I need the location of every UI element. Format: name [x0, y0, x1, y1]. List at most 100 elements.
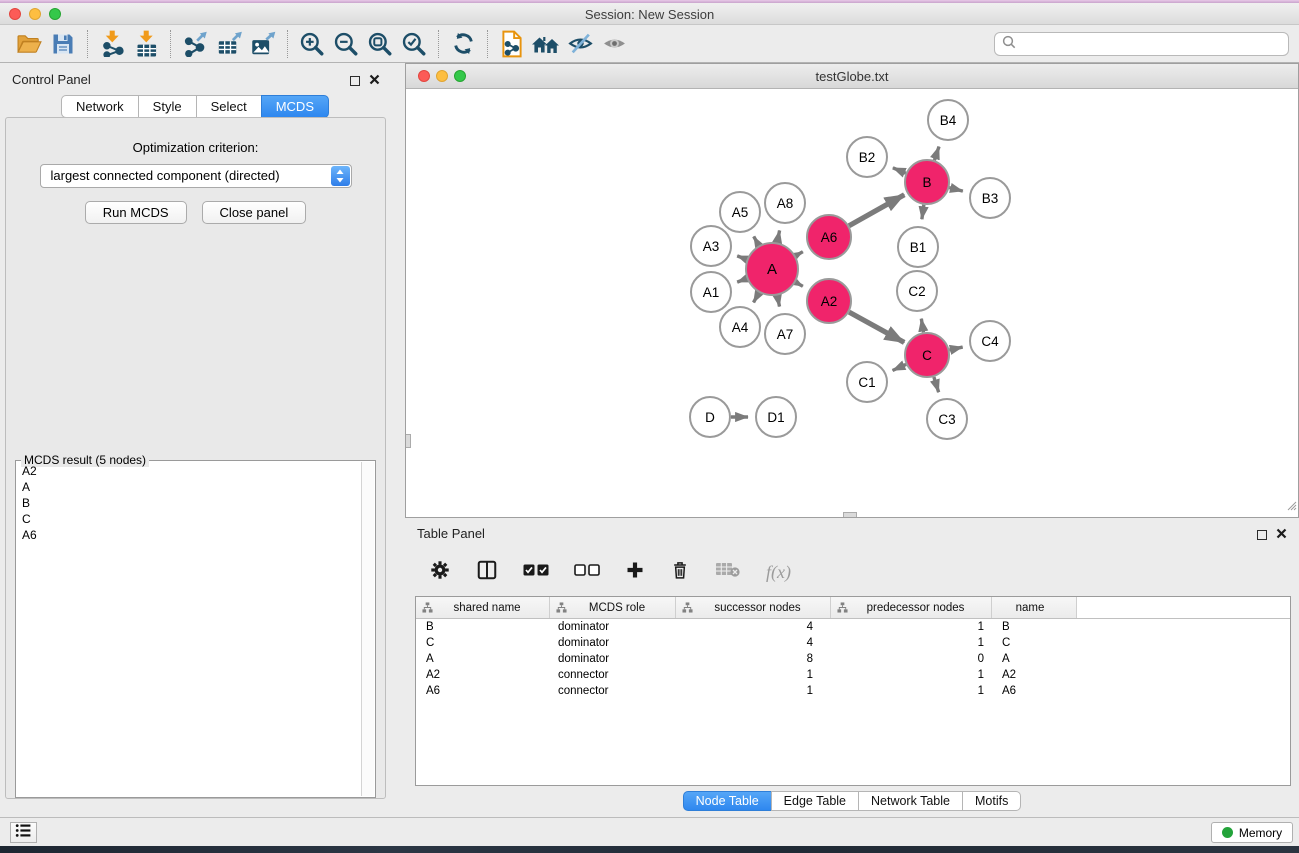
run-mcds-button[interactable]: Run MCDS — [85, 201, 187, 224]
export-image-button[interactable] — [246, 29, 280, 59]
column-header-mcds-role[interactable]: MCDS role — [550, 597, 676, 618]
tab-style[interactable]: Style — [138, 95, 197, 118]
graph-node-A4[interactable]: A4 — [720, 307, 760, 347]
graph-node-A2[interactable]: A2 — [807, 279, 851, 323]
graph-edge-B-B2[interactable] — [893, 168, 906, 173]
memory-button[interactable]: Memory — [1211, 822, 1293, 843]
hide-graphics-details-button[interactable] — [563, 29, 597, 59]
graph-node-C1[interactable]: C1 — [847, 362, 887, 402]
zoom-out-button[interactable] — [329, 29, 363, 59]
tab-motifs[interactable]: Motifs — [962, 791, 1021, 811]
graph-edge-A-A1[interactable] — [737, 279, 747, 283]
graph-node-C[interactable]: C — [905, 333, 949, 377]
graph-node-A3[interactable]: A3 — [691, 226, 731, 266]
select-all-columns-button[interactable] — [523, 563, 549, 581]
clone-network-button[interactable] — [495, 29, 529, 59]
export-table-button[interactable] — [212, 29, 246, 59]
function-builder-button[interactable]: f(x) — [766, 562, 791, 583]
graph-edge-C-C3[interactable] — [934, 377, 939, 392]
tab-mcds[interactable]: MCDS — [261, 95, 329, 118]
result-item[interactable]: A6 — [18, 527, 360, 543]
graph-node-A5[interactable]: A5 — [720, 192, 760, 232]
tab-select[interactable]: Select — [196, 95, 262, 118]
tab-edge-table[interactable]: Edge Table — [771, 791, 859, 811]
graph-node-A7[interactable]: A7 — [765, 314, 805, 354]
zoom-fit-button[interactable] — [363, 29, 397, 59]
graph-edge-A-A8[interactable] — [777, 230, 779, 242]
graph-node-C4[interactable]: C4 — [970, 321, 1010, 361]
graph-edge-A-A2[interactable] — [796, 282, 803, 286]
tab-network[interactable]: Network — [61, 95, 139, 118]
column-header-predecessor-nodes[interactable]: predecessor nodes — [831, 597, 992, 618]
table-row[interactable]: Cdominator41C — [416, 635, 1290, 651]
table-row[interactable]: A6connector11A6 — [416, 683, 1290, 699]
table-row[interactable]: A2connector11A2 — [416, 667, 1290, 683]
close-panel-icon[interactable] — [1276, 526, 1287, 544]
search-field[interactable] — [994, 32, 1289, 56]
column-header-name[interactable]: name — [992, 597, 1077, 618]
open-session-button[interactable] — [12, 29, 46, 59]
network-graph[interactable]: AA6 A2 B C A5A8 A3 A1A4A7 B2 B4B3 B1C2 C4 C1 C3 D D1 — [406, 89, 1298, 517]
graph-edge-B-B1[interactable] — [922, 205, 924, 219]
result-scrollbar[interactable] — [361, 462, 374, 796]
graph-edge-C-C2[interactable] — [921, 319, 923, 333]
graph-edge-A-A4[interactable] — [754, 293, 759, 303]
deselect-all-columns-button[interactable] — [574, 563, 600, 581]
close-panel-button[interactable]: Close panel — [202, 201, 307, 224]
graph-node-A8[interactable]: A8 — [765, 183, 805, 223]
graph-node-B[interactable]: B — [905, 160, 949, 204]
graph-node-B3[interactable]: B3 — [970, 178, 1010, 218]
graph-node-C2[interactable]: C2 — [897, 271, 937, 311]
close-panel-icon[interactable] — [369, 72, 380, 90]
float-panel-icon[interactable] — [1257, 530, 1267, 540]
tab-network-table[interactable]: Network Table — [858, 791, 963, 811]
search-input[interactable] — [1021, 37, 1288, 51]
resize-grip-icon[interactable] — [1284, 498, 1297, 516]
graph-node-D[interactable]: D — [690, 397, 730, 437]
graph-node-B1[interactable]: B1 — [898, 227, 938, 267]
graph-node-A6[interactable]: A6 — [807, 215, 851, 259]
network-canvas[interactable]: AA6 A2 B C A5A8 A3 A1A4A7 B2 B4B3 B1C2 C4 C1 C3 D D1 — [406, 89, 1298, 517]
create-column-button[interactable] — [625, 560, 645, 585]
save-session-button[interactable] — [46, 29, 80, 59]
float-panel-icon[interactable] — [350, 76, 360, 86]
canvas-bottom-handle[interactable] — [843, 512, 857, 517]
result-item[interactable]: A — [18, 479, 360, 495]
graph-edge-A2-C[interactable] — [849, 312, 904, 342]
optimization-criterion-select[interactable]: largest connected component (directed) — [40, 164, 352, 188]
tab-node-table[interactable]: Node Table — [683, 791, 772, 811]
export-network-button[interactable] — [178, 29, 212, 59]
graph-edge-C-C4[interactable] — [949, 347, 962, 350]
graph-edge-B-B4[interactable] — [934, 147, 939, 161]
graph-node-C3[interactable]: C3 — [927, 399, 967, 439]
delete-column-button[interactable] — [670, 559, 690, 586]
home-networks-button[interactable] — [529, 29, 563, 59]
graph-edge-A-A7[interactable] — [777, 295, 779, 306]
refresh-layout-button[interactable] — [446, 29, 480, 59]
graph-edge-C-C1[interactable] — [893, 364, 906, 370]
delete-table-button[interactable] — [715, 561, 741, 584]
show-graphics-details-button[interactable] — [597, 29, 631, 59]
graph-edge-A-A3[interactable] — [737, 256, 747, 260]
column-header-successor-nodes[interactable]: successor nodes — [676, 597, 831, 618]
graph-edge-A-A5[interactable] — [754, 236, 759, 245]
table-row[interactable]: Bdominator41B — [416, 619, 1290, 635]
result-item[interactable]: B — [18, 495, 360, 511]
graph-node-B4[interactable]: B4 — [928, 100, 968, 140]
table-row[interactable]: Adominator80A — [416, 651, 1290, 667]
task-history-button[interactable] — [10, 822, 37, 843]
result-item[interactable]: C — [18, 511, 360, 527]
graph-edge-A6-B[interactable] — [849, 195, 904, 226]
graph-node-D1[interactable]: D1 — [756, 397, 796, 437]
zoom-in-button[interactable] — [295, 29, 329, 59]
graph-node-A[interactable]: A — [746, 243, 798, 295]
import-table-button[interactable] — [129, 29, 163, 59]
show-column-panel-button[interactable] — [476, 559, 498, 586]
zoom-selected-button[interactable] — [397, 29, 431, 59]
graph-node-A1[interactable]: A1 — [691, 272, 731, 312]
graph-edge-B-B3[interactable] — [949, 188, 963, 191]
graph-node-B2[interactable]: B2 — [847, 137, 887, 177]
column-header-shared-name[interactable]: shared name — [416, 597, 550, 618]
import-network-button[interactable] — [95, 29, 129, 59]
result-item[interactable]: A2 — [18, 463, 360, 479]
